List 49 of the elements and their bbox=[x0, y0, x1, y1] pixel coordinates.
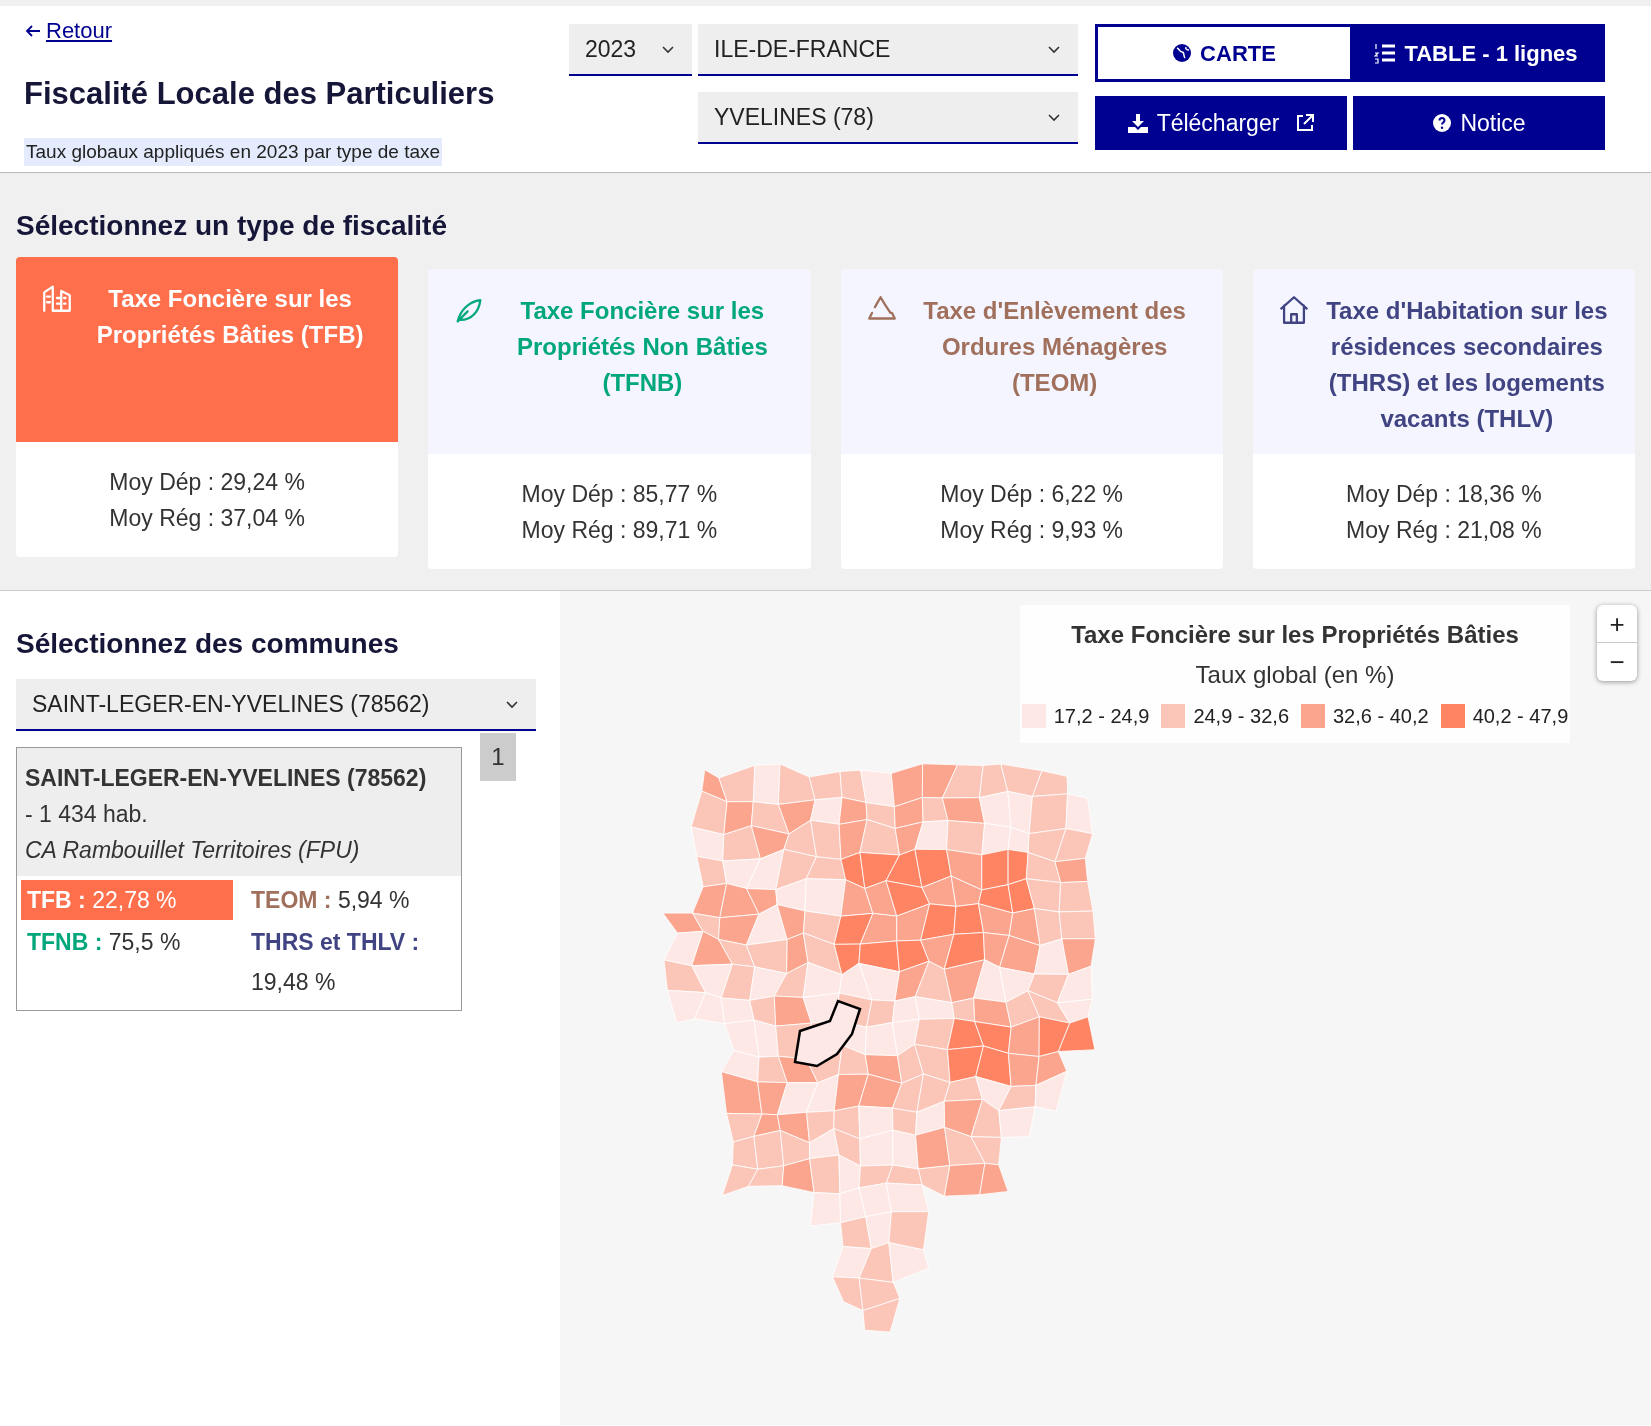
legend-label: 17,2 - 24,9 bbox=[1053, 704, 1150, 729]
commune-group: CA Rambouillet Territoires (FPU) bbox=[25, 832, 453, 868]
help-icon bbox=[1432, 113, 1453, 133]
tax-rate: TFB : 22,78 % bbox=[21, 880, 233, 920]
legend-label: 32,6 - 40,2 bbox=[1333, 704, 1429, 729]
year-select[interactable]: 2023 bbox=[569, 24, 692, 76]
region-average: Moy Rég : 89,71 % bbox=[521, 515, 718, 545]
tax-type-title: Taxe d'Habitation sur les résidences secondaires (THRS) et les logements vacants (THLV) bbox=[1325, 296, 1609, 434]
department-average: Moy Dép : 18,36 % bbox=[1346, 479, 1542, 509]
region-average: Moy Rég : 21,08 % bbox=[1346, 515, 1542, 545]
legend-label: 40,2 - 47,9 bbox=[1472, 704, 1569, 729]
legend-label: 24,9 - 32,6 bbox=[1193, 704, 1289, 729]
external-link-icon bbox=[1295, 113, 1316, 133]
tax-rate: TFNB : 75,5 % bbox=[26, 928, 182, 957]
tax-type-card[interactable]: Taxe Foncière sur les Propriétés Bâties (TFB) Moy Dép : 29,24 % Moy Rég : 37,04 % bbox=[16, 257, 399, 557]
department-select[interactable]: YVELINES (78) bbox=[698, 92, 1078, 144]
tax-type-card[interactable]: Taxe d'Habitation sur les résidences secondaires (THRS) et les logements vacants (THLV) Moy Dép : 18,36 % Moy Rég : 21,08 % bbox=[1252, 269, 1635, 569]
tax-type-card[interactable]: Taxe d'Enlèvement des Ordures Ménagères (TEOM) Moy Dép : 6,22 % Moy Rég : 9,93 % bbox=[840, 269, 1223, 569]
department-average: Moy Dép : 85,77 % bbox=[521, 479, 718, 509]
page-title: Fiscalité Locale des Particuliers bbox=[24, 75, 496, 113]
commune-name: SAINT-LEGER-EN-YVELINES (78562) bbox=[25, 764, 428, 793]
region-average: Moy Rég : 9,93 % bbox=[940, 515, 1124, 545]
region-select[interactable]: ILE-DE-FRANCE bbox=[698, 24, 1078, 76]
tax-rate: THRS et THLV : 19,48 % bbox=[250, 928, 421, 997]
notice-button[interactable]: Notice bbox=[1353, 96, 1605, 150]
section-heading: Sélectionnez des communes bbox=[16, 627, 400, 661]
back-link[interactable]: Retour bbox=[24, 14, 113, 47]
legend-subtitle: Taux global (en %) bbox=[1195, 660, 1395, 690]
commune-select[interactable]: SAINT-LEGER-EN-YVELINES (78562) bbox=[16, 679, 536, 731]
tax-type-title: Taxe Foncière sur les Propriétés Bâties (TFB) bbox=[95, 284, 365, 350]
region-average: Moy Rég : 37,04 % bbox=[109, 503, 305, 533]
download-button[interactable]: Télécharger bbox=[1095, 96, 1347, 150]
department-average: Moy Dép : 6,22 % bbox=[940, 479, 1124, 509]
globe-icon bbox=[1172, 43, 1193, 63]
zoom-in-button[interactable]: + bbox=[1597, 605, 1637, 643]
legend-title: Taxe Foncière sur les Propriétés Bâties bbox=[1071, 620, 1519, 650]
zoom-out-button[interactable]: − bbox=[1597, 643, 1637, 681]
tax-rate: TEOM : 5,94 % bbox=[250, 886, 411, 915]
numbered-list-icon bbox=[1374, 42, 1397, 64]
selection-count: 1 bbox=[480, 733, 516, 781]
commune-population: - 1 434 hab. bbox=[25, 800, 149, 829]
page-subtitle: Taux globaux appliqués en 2023 par type de taxe bbox=[24, 137, 443, 166]
department-average: Moy Dép : 29,24 % bbox=[109, 467, 305, 497]
download-icon bbox=[1126, 112, 1149, 134]
tax-type-title: Taxe Foncière sur les Propriétés Non Bâties (TFNB) bbox=[516, 296, 769, 398]
tax-type-card[interactable]: Taxe Foncière sur les Propriétés Non Bâties (TFNB) Moy Dép : 85,77 % Moy Rég : 89,71 % bbox=[428, 269, 811, 569]
tax-type-title: Taxe d'Enlèvement des Ordures Ménagères (TEOM) bbox=[922, 296, 1187, 398]
view-tab[interactable]: TABLE - 1 lignes bbox=[1350, 27, 1602, 79]
section-heading: Sélectionnez un type de fiscalité bbox=[16, 209, 448, 243]
